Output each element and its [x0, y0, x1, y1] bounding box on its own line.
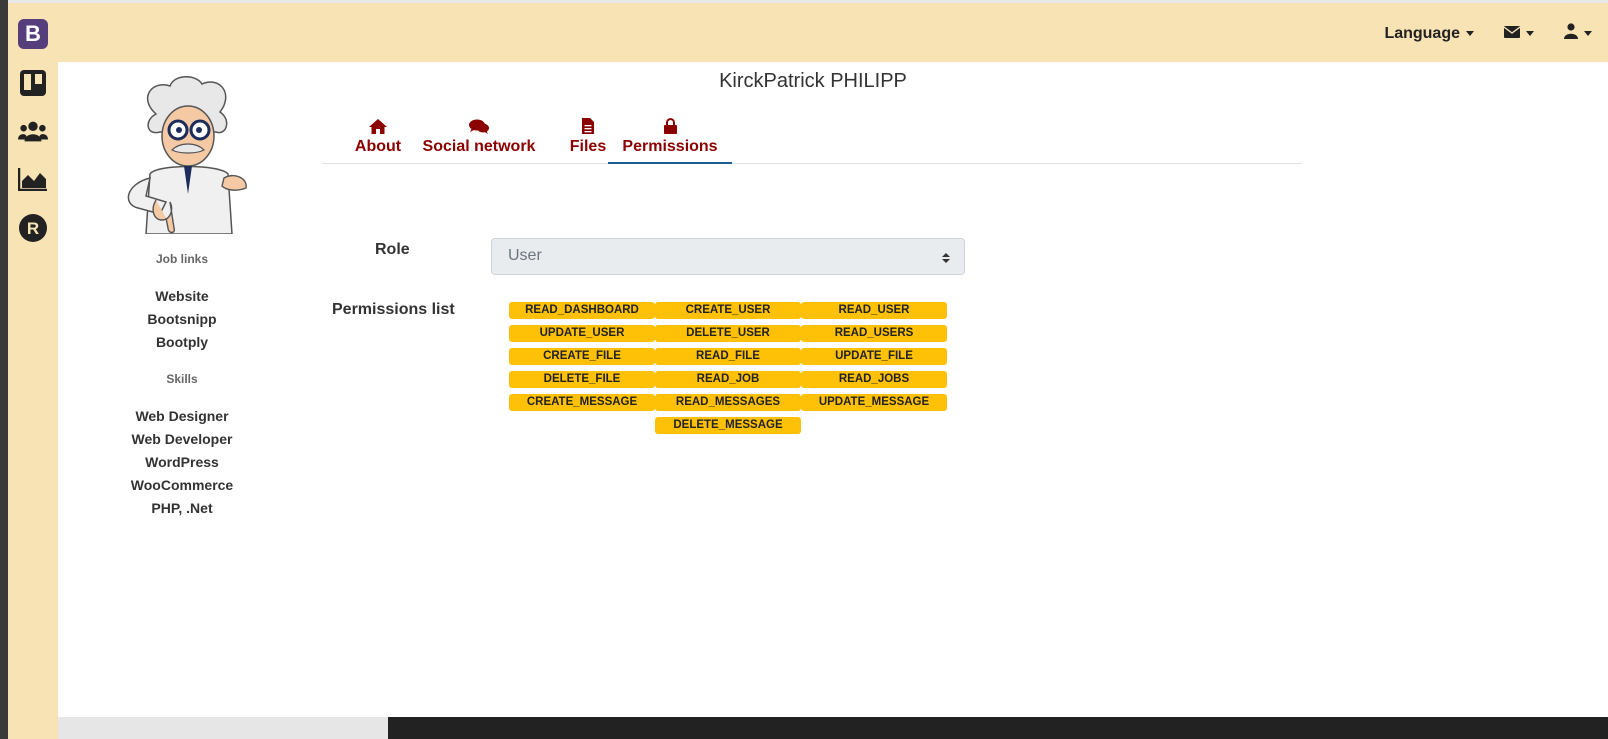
permission-badge: UPDATE_FILE	[801, 348, 947, 365]
skill-item[interactable]: PHP, .Net	[114, 500, 250, 516]
job-link-bootsnipp[interactable]: Bootsnipp	[114, 311, 250, 327]
job-link-bootply[interactable]: Bootply	[114, 334, 250, 350]
language-label: Language	[1384, 24, 1460, 42]
permission-badge: READ_DASHBOARD	[509, 302, 655, 319]
top-nav: Language	[1354, 23, 1592, 44]
chevron-down-icon	[1526, 31, 1534, 36]
tab-label: Social network	[422, 138, 536, 155]
r-badge-icon[interactable]: R	[18, 213, 48, 243]
skill-item[interactable]: Web Designer	[114, 408, 250, 424]
chevron-down-icon	[1466, 31, 1474, 36]
top-navbar: B Language	[8, 0, 1608, 62]
permission-badge: READ_MESSAGES	[655, 394, 801, 411]
main-panel: Job links Website Bootsnipp Bootply Skil…	[58, 62, 1608, 717]
role-select-value: User	[508, 247, 542, 264]
permission-badge: READ_USER	[801, 302, 947, 319]
role-label: Role	[375, 241, 410, 258]
permission-badge: UPDATE_USER	[509, 325, 655, 342]
job-link-website[interactable]: Website	[114, 288, 250, 304]
permission-badge: DELETE_MESSAGE	[655, 417, 801, 434]
lock-icon	[663, 112, 677, 134]
file-icon	[582, 112, 594, 134]
chevron-down-icon	[1584, 31, 1592, 36]
taskbar-left	[58, 717, 388, 739]
job-links-title: Job links	[155, 252, 208, 266]
permission-badge: CREATE_USER	[655, 302, 801, 319]
taskbar-strip	[58, 717, 1608, 739]
skill-item[interactable]: Web Developer	[114, 431, 250, 447]
users-icon[interactable]	[18, 116, 48, 146]
permissions-label: Permissions list	[332, 301, 455, 318]
tab-permissions[interactable]: Permissions	[608, 110, 732, 164]
job-links-section: Job links Website Bootsnipp Bootply	[114, 252, 250, 350]
tab-label: Files	[569, 138, 607, 155]
skill-item[interactable]: WordPress	[114, 454, 250, 470]
tab-social-network[interactable]: Social network	[414, 110, 544, 164]
user-dropdown[interactable]	[1564, 23, 1592, 44]
skill-item[interactable]: WooCommerce	[114, 477, 250, 493]
permission-badge: UPDATE_MESSAGE	[801, 394, 947, 411]
home-icon	[369, 112, 387, 134]
permission-badge: READ_FILE	[655, 348, 801, 365]
language-dropdown[interactable]: Language	[1384, 25, 1474, 43]
permission-badge: READ_JOBS	[801, 371, 947, 388]
permission-badge: CREATE_MESSAGE	[509, 394, 655, 411]
tab-about[interactable]: About	[338, 110, 418, 164]
permissions-list: READ_DASHBOARD CREATE_USER READ_USER UPD…	[508, 302, 948, 440]
tab-label: Permissions	[622, 138, 718, 155]
tab-label: About	[354, 138, 402, 155]
permission-badge: DELETE_USER	[655, 325, 801, 342]
messages-dropdown[interactable]	[1503, 25, 1534, 43]
permission-badge: READ_USERS	[801, 325, 947, 342]
profile-tabs: About Social network Files Permissions	[322, 110, 1302, 164]
select-arrows-icon	[942, 251, 950, 263]
profile-name: KirckPatrick PHILIPP	[719, 70, 907, 92]
comments-icon	[469, 112, 489, 134]
skills-section: Skills Web Designer Web Developer WordPr…	[114, 372, 250, 516]
brand-logo[interactable]: B	[18, 19, 48, 49]
window-edge	[0, 0, 8, 739]
permission-badge: DELETE_FILE	[509, 371, 655, 388]
area-chart-icon[interactable]	[18, 164, 48, 194]
permission-badge: CREATE_FILE	[509, 348, 655, 365]
skills-title: Skills	[166, 372, 198, 386]
user-icon	[1564, 23, 1578, 44]
role-select[interactable]: User	[491, 238, 965, 275]
trello-icon[interactable]	[18, 68, 48, 98]
profile-avatar	[116, 74, 252, 235]
svg-text:R: R	[27, 219, 39, 238]
icon-sidebar: R	[8, 62, 58, 739]
envelope-icon	[1503, 25, 1521, 43]
taskbar-right	[388, 717, 1608, 739]
permission-badge: READ_JOB	[655, 371, 801, 388]
